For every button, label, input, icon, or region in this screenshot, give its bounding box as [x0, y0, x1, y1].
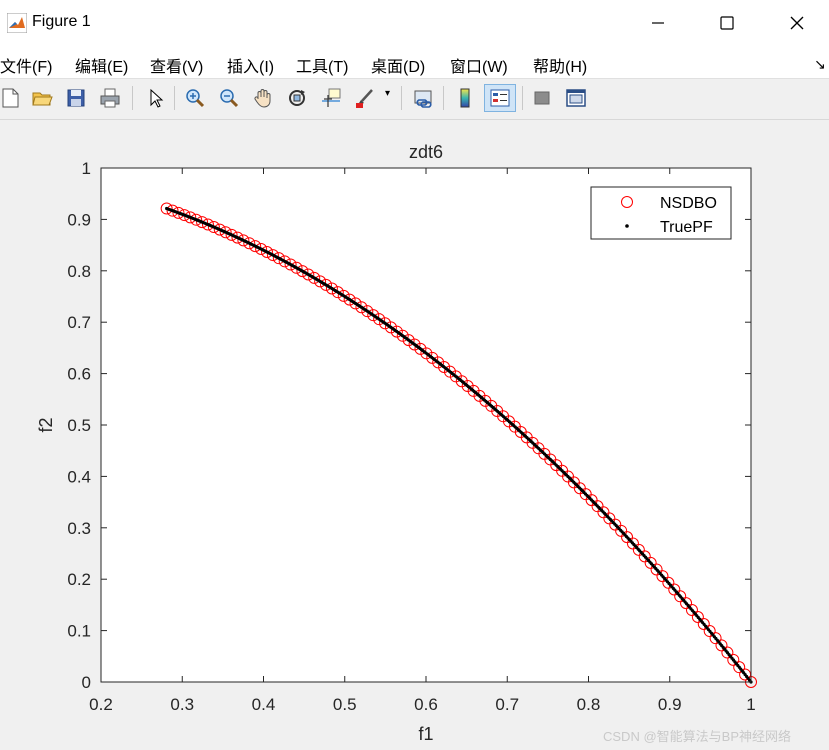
dock-figure-button[interactable]: ↘	[814, 56, 826, 73]
matlab-app-icon	[6, 12, 28, 34]
rotate-3d-button[interactable]	[283, 84, 311, 112]
hide-plot-tools-icon	[534, 91, 550, 105]
data-cursor-icon	[322, 88, 341, 107]
open-button[interactable]	[28, 84, 56, 112]
menu-edit[interactable]: 编辑(E)	[75, 53, 128, 77]
link-plot-icon	[414, 90, 432, 108]
y-tick-label: 0	[82, 673, 91, 692]
show-plot-tools-button[interactable]	[562, 84, 590, 112]
figure-canvas: 0.2 0.3 0.4 0.5 0.6 0.7 0.8 0.9 1 00.10.20.30.40…	[36, 142, 757, 744]
legend-icon	[490, 89, 510, 107]
select-arrow-icon	[150, 88, 164, 108]
y-tick-label: 0.4	[67, 467, 91, 486]
legend-button[interactable]	[484, 84, 516, 112]
y-tick-label: 0.3	[67, 519, 91, 538]
y-tick-label: 0.5	[67, 416, 91, 435]
csdn-watermark: CSDN @智能算法与BP神经网络	[603, 729, 791, 744]
menu-help[interactable]: 帮助(H)	[533, 53, 587, 77]
x-tick-label: 0.6	[414, 695, 438, 714]
y-tick-label: 0.2	[67, 570, 91, 589]
close-button[interactable]	[774, 0, 820, 46]
brush-icon	[356, 89, 373, 108]
y-tick-label: 0.7	[67, 313, 91, 332]
y-tick-labels: 0 0.1 0.2 0.3 0.4 0.5 0.6 0.7 0.8 0.9 1	[67, 159, 91, 692]
open-icon	[32, 92, 53, 106]
toolbar-separator	[132, 86, 133, 110]
legend-truepf-marker	[625, 224, 629, 228]
x-axis-label: f1	[418, 724, 433, 744]
menu-file[interactable]: 文件(F)	[0, 53, 52, 77]
axes-background[interactable]	[101, 168, 751, 682]
print-button[interactable]	[96, 84, 124, 112]
y-axis-label: f2	[36, 417, 56, 432]
y-tick-label: 1	[82, 159, 91, 178]
legend-nsdbo-label: NSDBO	[660, 195, 717, 212]
save-button[interactable]	[62, 84, 90, 112]
y-tick-label: 0.6	[67, 365, 91, 384]
x-tick-label: 0.7	[495, 695, 519, 714]
x-tick-label: 0.3	[170, 695, 194, 714]
chart-title: zdt6	[409, 142, 443, 162]
hide-plot-tools-button[interactable]	[528, 84, 556, 112]
brush-button[interactable]	[351, 84, 379, 112]
x-tick-label: 0.5	[333, 695, 357, 714]
print-icon	[100, 88, 120, 108]
menu-insert[interactable]: 插入(I)	[227, 53, 274, 77]
zoom-in-icon	[186, 89, 205, 108]
minimize-icon	[652, 22, 664, 24]
x-tick-label: 0.4	[252, 695, 276, 714]
menu-desktop[interactable]: 桌面(D)	[371, 53, 425, 77]
legend[interactable]: NSDBO TruePF	[590, 186, 732, 240]
zoom-in-button[interactable]	[181, 84, 209, 112]
toolbar-separator	[522, 86, 523, 110]
pan-hand-icon	[254, 89, 271, 108]
toolbar-separator	[401, 86, 402, 110]
show-plot-tools-icon	[566, 89, 586, 107]
colorbar-icon	[460, 88, 470, 108]
x-tick-label: 0.2	[89, 695, 113, 714]
minimize-button[interactable]	[635, 0, 681, 46]
colorbar-button[interactable]	[451, 84, 479, 112]
brush-dropdown-icon[interactable]: ▾	[385, 88, 390, 99]
zoom-out-button[interactable]	[215, 84, 243, 112]
window-title: Figure 1	[32, 13, 91, 30]
new-figure-icon	[2, 88, 19, 108]
x-tick-label: 0.8	[577, 695, 601, 714]
maximize-icon	[720, 16, 734, 30]
link-plot-button[interactable]	[410, 84, 438, 112]
menu-view[interactable]: 查看(V)	[150, 53, 203, 77]
save-icon	[67, 89, 85, 107]
y-tick-label: 0.9	[67, 210, 91, 229]
toolbar-separator	[443, 86, 444, 110]
menu-tools[interactable]: 工具(T)	[296, 53, 348, 77]
x-tick-labels: 0.2 0.3 0.4 0.5 0.6 0.7 0.8 0.9 1	[89, 695, 756, 714]
legend-truepf-label: TruePF	[660, 219, 713, 236]
close-icon	[790, 16, 804, 30]
data-cursor-button[interactable]	[317, 84, 345, 112]
new-figure-button[interactable]	[0, 84, 24, 112]
toolbar-separator	[174, 86, 175, 110]
y-tick-label: 0.8	[67, 262, 91, 281]
x-tick-label: 1	[746, 695, 755, 714]
select-arrow-button[interactable]	[141, 84, 169, 112]
y-tick-label: 0.1	[67, 622, 91, 641]
maximize-button[interactable]	[704, 0, 750, 46]
zoom-out-icon	[220, 89, 239, 108]
x-tick-label: 0.9	[658, 695, 682, 714]
pan-button[interactable]	[249, 84, 277, 112]
menu-window[interactable]: 窗口(W)	[450, 53, 508, 77]
rotate-3d-icon	[289, 90, 305, 106]
